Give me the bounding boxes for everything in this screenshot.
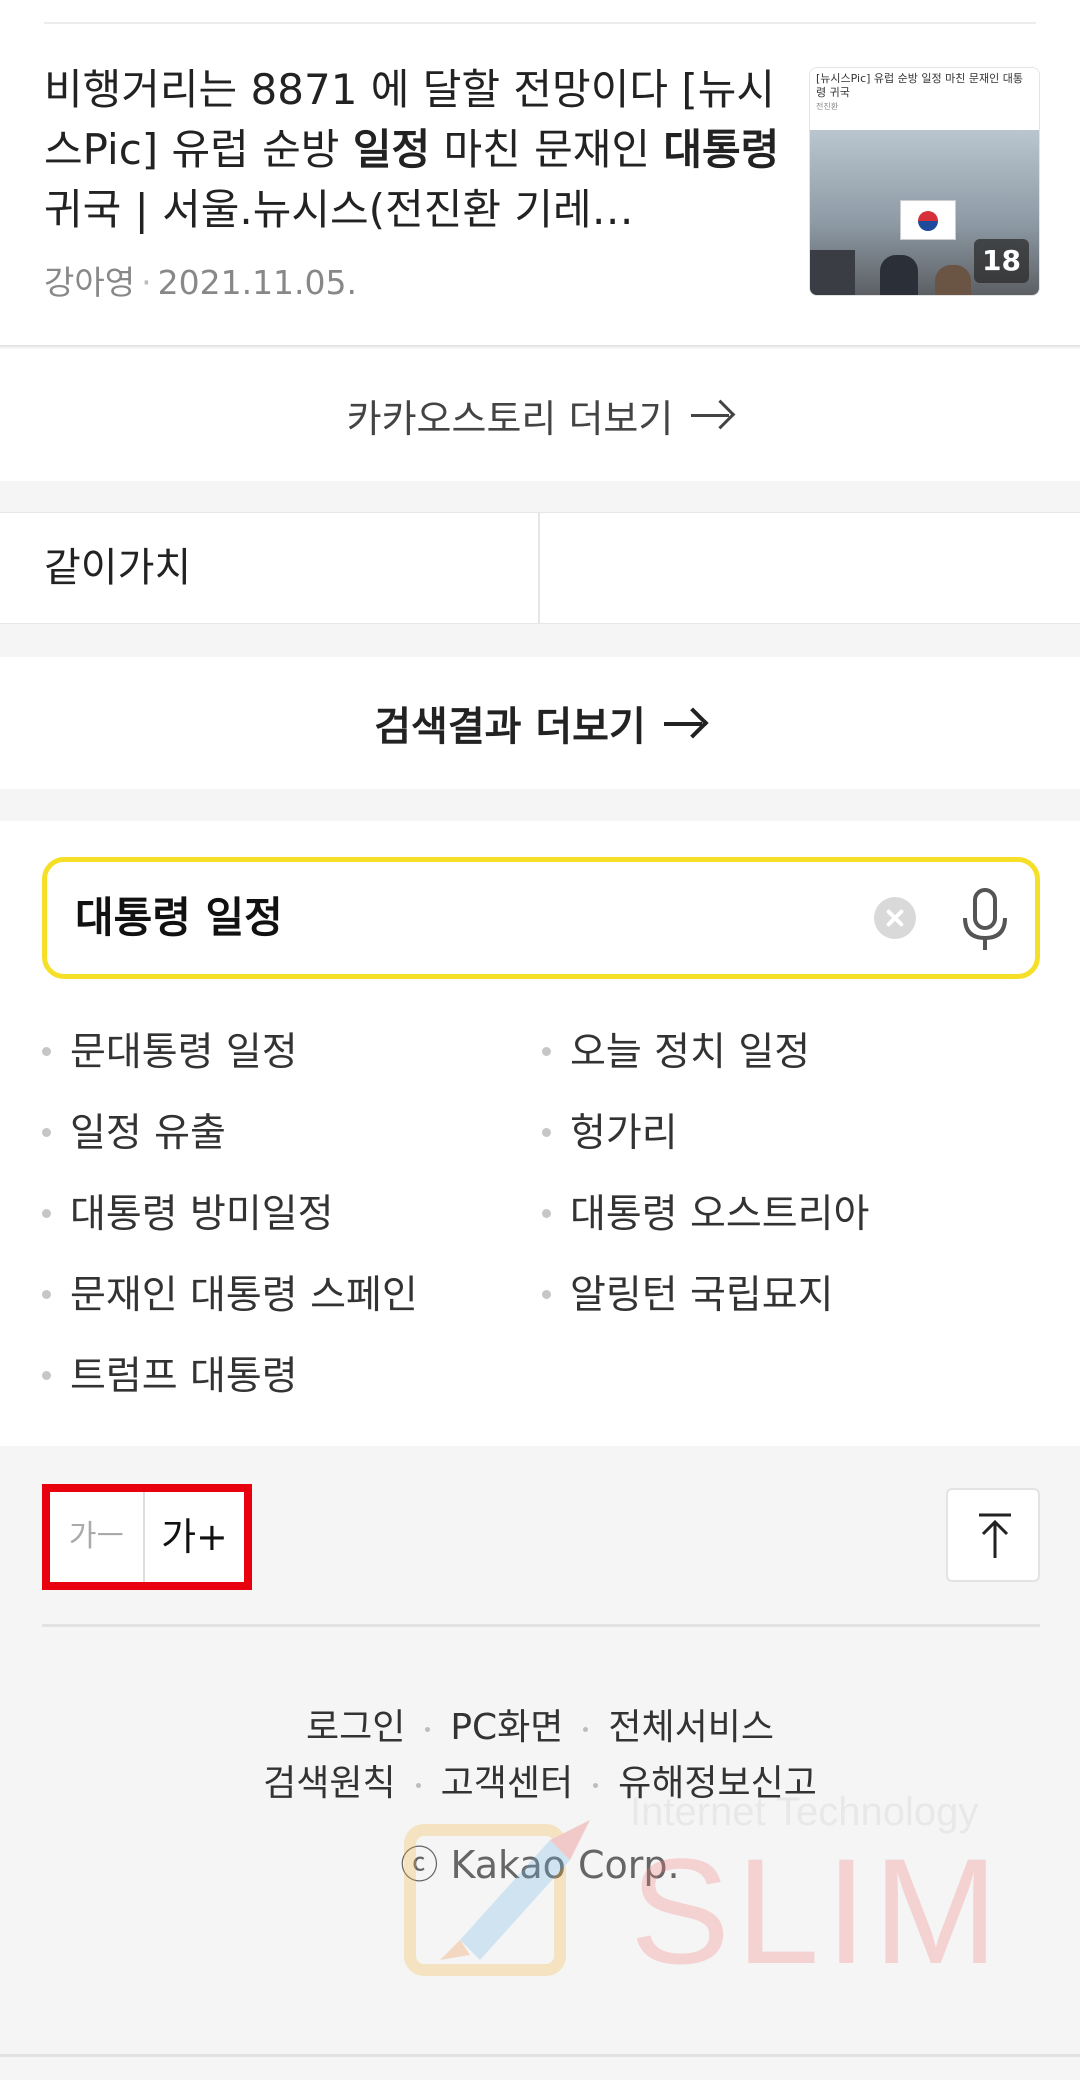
search-input[interactable]: 대통령 일정	[75, 862, 283, 974]
thumbnail-caption: [뉴시스Pic] 유럽 순방 일정 마친 문재인 대통령 귀국	[816, 72, 1023, 99]
customer-center-link[interactable]: 고객센터	[441, 1763, 573, 1804]
more-results-label: 검색결과 더보기	[374, 704, 646, 750]
clear-icon[interactable]	[874, 897, 916, 939]
related-search-item[interactable]: 대통령 오스트리아	[542, 1183, 869, 1239]
title-highlight: 일정	[352, 125, 431, 174]
related-search-item[interactable]: 대통령 방미일정	[42, 1183, 334, 1239]
search-policy-link[interactable]: 검색원칙	[263, 1763, 395, 1804]
thumbnail-byline: 전진환	[816, 102, 839, 111]
korean-flag-image	[900, 200, 956, 240]
arrow-right-icon	[691, 400, 733, 430]
footer-tools: 가ㅡ 가+	[0, 1446, 1080, 1626]
kakaostory-more-button[interactable]: 카카오스토리 더보기	[0, 349, 1080, 481]
related-search-item[interactable]: 문재인 대통령 스페인	[42, 1264, 418, 1320]
related-search-item[interactable]: 트럼프 대통령	[42, 1345, 298, 1401]
person-figure	[880, 255, 918, 295]
story-author: 강아영	[44, 263, 136, 302]
kakaostory-more-label: 카카오스토리 더보기	[346, 396, 674, 441]
related-search-item[interactable]: 오늘 정치 일정	[542, 1021, 810, 1077]
report-harmful-info-link[interactable]: 유해정보신고	[618, 1763, 817, 1804]
related-search-item[interactable]: 일정 유출	[42, 1102, 226, 1158]
story-thumbnail[interactable]: [뉴시스Pic] 유럽 순방 일정 마친 문재인 대통령 귀국 전진환 18	[809, 67, 1040, 296]
all-services-link[interactable]: 전체서비스	[608, 1707, 774, 1748]
title-text: 귀국 | 서울.뉴시스(전진환 기레…	[44, 185, 634, 234]
arrow-up-to-top-icon	[979, 1513, 1011, 1558]
together-value-link[interactable]: 같이가치	[0, 513, 540, 623]
pc-version-link[interactable]: PC화면	[450, 1707, 563, 1748]
top-divider	[44, 22, 1036, 24]
login-link[interactable]: 로그인	[306, 1707, 405, 1748]
bottom-search-section: 대통령 일정 문대통령 일정 일정 유출 대통령 방미일정 문재인 대통령 스페…	[0, 821, 1080, 1446]
copyright: ⓒ Kakao Corp.	[400, 1843, 680, 1887]
font-decrease-button[interactable]: 가ㅡ	[50, 1492, 145, 1582]
thumbnail-caption-area: [뉴시스Pic] 유럽 순방 일정 마친 문재인 대통령 귀국 전진환	[810, 68, 1039, 130]
more-results-button[interactable]: 검색결과 더보기	[0, 657, 1080, 789]
footer-divider	[42, 1624, 1040, 1627]
scroll-to-top-button[interactable]	[946, 1488, 1040, 1582]
watermark: Internet Technology SLIM	[400, 1790, 1040, 1990]
related-search-item[interactable]: 알링턴 국립묘지	[542, 1264, 834, 1320]
related-search-item[interactable]: 헝가리	[542, 1102, 678, 1158]
font-size-control: 가ㅡ 가+	[42, 1484, 252, 1590]
footer-row: 로그인 PC화면 전체서비스	[0, 1700, 1080, 1756]
related-search-item[interactable]: 문대통령 일정	[42, 1021, 298, 1077]
story-date: 2021.11.05.	[157, 263, 358, 302]
footer-links: 로그인 PC화면 전체서비스 검색원칙 고객센터 유해정보신고	[0, 1700, 1080, 1812]
person-figure	[935, 265, 971, 295]
search-box[interactable]: 대통령 일정	[42, 857, 1040, 979]
bottom-divider	[0, 2054, 1080, 2057]
link-separator	[593, 1782, 599, 1788]
link-separator	[415, 1782, 421, 1788]
together-value-label: 같이가치	[44, 545, 192, 591]
story-meta: 강아영 · 2021.11.05.	[44, 256, 357, 304]
arrow-right-icon	[663, 708, 706, 738]
story-title[interactable]: 비행거리는 8871 에 달할 전망이다 [뉴시스Pic] 유럽 순방 일정 마…	[44, 60, 784, 240]
title-highlight: 대통령	[663, 125, 780, 174]
link-separator	[425, 1726, 431, 1732]
link-separator	[583, 1726, 589, 1732]
image-count-badge: 18	[974, 239, 1029, 283]
meta-separator: ·	[141, 263, 152, 302]
aircraft-door	[810, 250, 855, 295]
microphone-icon[interactable]	[957, 884, 1013, 956]
story-result-card[interactable]: 비행거리는 8871 에 달할 전망이다 [뉴시스Pic] 유럽 순방 일정 마…	[0, 0, 1080, 347]
together-value-section: 같이가치	[0, 512, 1080, 624]
font-increase-button[interactable]: 가+	[145, 1492, 244, 1582]
footer-row: 검색원칙 고객센터 유해정보신고	[0, 1756, 1080, 1812]
title-text: 마친 문재인	[430, 125, 664, 174]
